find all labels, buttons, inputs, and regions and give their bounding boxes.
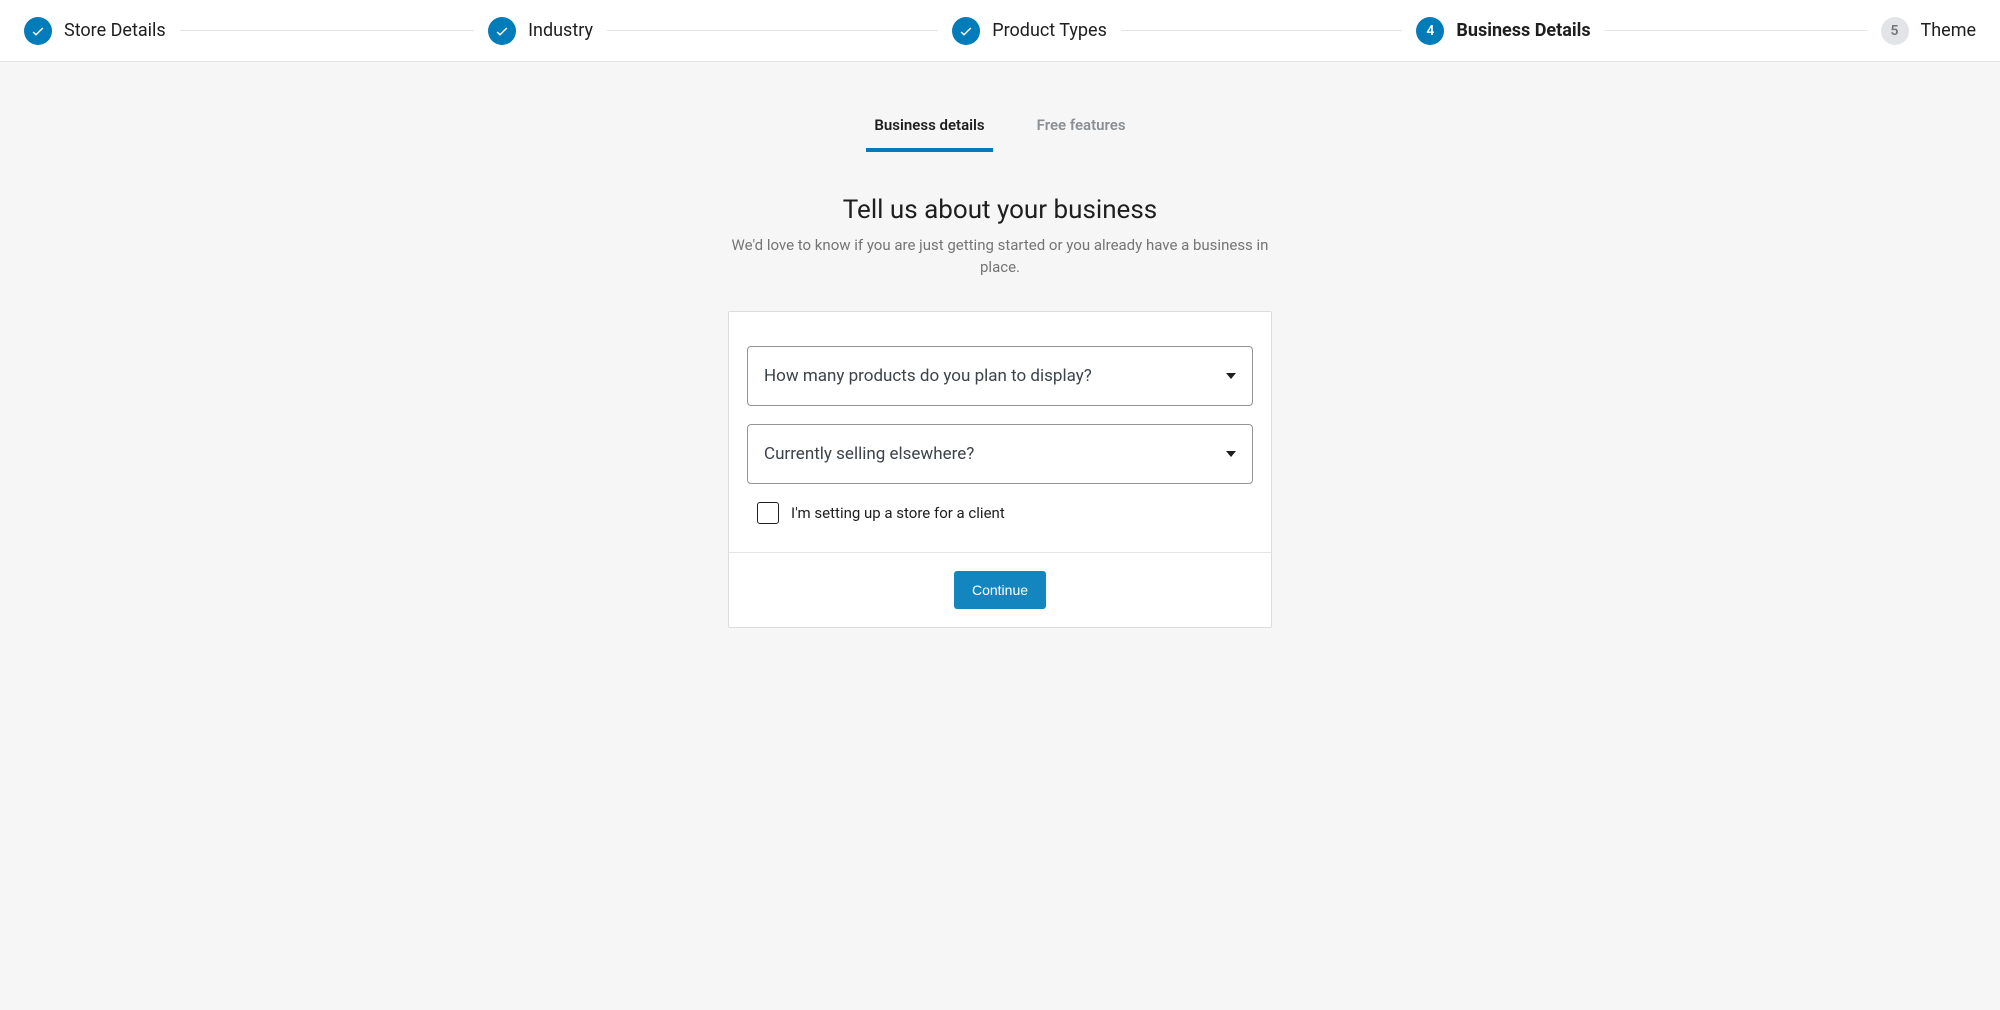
step-label: Store Details [64, 20, 166, 41]
step-wrap-5: 5 Theme [1881, 17, 1977, 45]
continue-button[interactable]: Continue [954, 571, 1046, 609]
step-label: Theme [1921, 20, 1977, 41]
step-number-icon: 4 [1416, 17, 1444, 45]
client-store-checkbox-label: I'm setting up a store for a client [791, 504, 1005, 522]
tab-free-features[interactable]: Free features [1029, 106, 1134, 152]
checkmark-icon [24, 17, 52, 45]
step-wrap-2: Industry [488, 17, 952, 45]
client-store-checkbox-row: I'm setting up a store for a client [747, 502, 1253, 524]
step-theme[interactable]: 5 Theme [1881, 17, 1977, 45]
step-label: Business Details [1456, 20, 1590, 41]
select-placeholder: Currently selling elsewhere? [764, 444, 974, 464]
step-divider [1605, 30, 1867, 31]
page-subtitle: We'd love to know if you are just gettin… [730, 235, 1270, 279]
products-count-select[interactable]: How many products do you plan to display… [747, 346, 1253, 406]
select-placeholder: How many products do you plan to display… [764, 366, 1092, 386]
step-divider [1121, 30, 1403, 31]
chevron-down-icon [1226, 451, 1236, 457]
card-body: How many products do you plan to display… [729, 312, 1271, 552]
client-store-checkbox[interactable] [757, 502, 779, 524]
tab-business-details[interactable]: Business details [866, 106, 992, 152]
step-label: Industry [528, 20, 593, 41]
main-content: Business details Free features Tell us a… [0, 62, 2000, 628]
card-footer: Continue [729, 552, 1271, 627]
step-business-details[interactable]: 4 Business Details [1416, 17, 1590, 45]
selling-elsewhere-select[interactable]: Currently selling elsewhere? [747, 424, 1253, 484]
step-industry[interactable]: Industry [488, 17, 593, 45]
step-divider [607, 30, 938, 31]
page-title: Tell us about your business [843, 195, 1157, 225]
checkmark-icon [952, 17, 980, 45]
tab-bar: Business details Free features [866, 106, 1133, 153]
chevron-down-icon [1226, 373, 1236, 379]
business-details-card: How many products do you plan to display… [728, 311, 1272, 628]
step-wrap-3: Product Types [952, 17, 1416, 45]
step-number-icon: 5 [1881, 17, 1909, 45]
wizard-stepper: Store Details Industry Product Types 4 B… [0, 0, 2000, 62]
step-divider [180, 30, 474, 31]
step-wrap-1: Store Details [24, 17, 488, 45]
step-label: Product Types [992, 20, 1107, 41]
step-store-details[interactable]: Store Details [24, 17, 166, 45]
step-product-types[interactable]: Product Types [952, 17, 1107, 45]
step-wrap-4: 4 Business Details [1416, 17, 1880, 45]
checkmark-icon [488, 17, 516, 45]
